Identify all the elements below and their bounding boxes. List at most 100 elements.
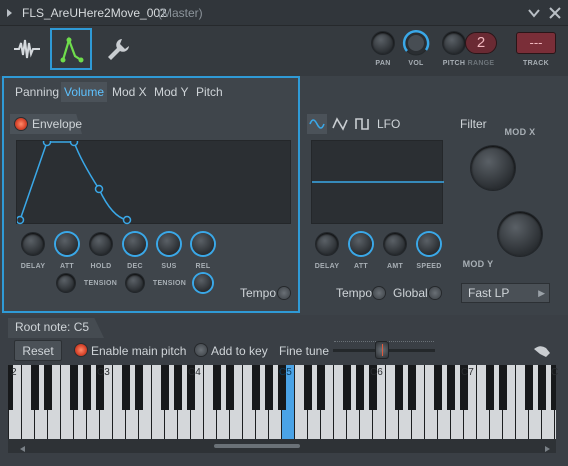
close-button[interactable] [547, 5, 563, 21]
reset-button[interactable]: Reset [14, 340, 62, 361]
piano-black-key[interactable] [525, 365, 533, 410]
filter-mod-y-knob[interactable] [498, 212, 542, 256]
lfo-delay-knob[interactable] [316, 233, 338, 255]
lfo-tempo-toggle[interactable] [373, 287, 385, 299]
filter-type-value: Fast LP [468, 286, 510, 300]
piano-black-key[interactable] [395, 365, 403, 410]
piano-black-key[interactable] [304, 365, 312, 410]
tension-label-2: TENSION [152, 280, 187, 287]
piano-black-key[interactable] [70, 365, 78, 410]
piano-black-key[interactable] [356, 365, 364, 410]
pitch-label: PITCH [442, 60, 466, 67]
lfo-global-label: Global [393, 286, 428, 300]
lfo-sine-button[interactable] [307, 114, 327, 134]
piano-black-key[interactable] [499, 365, 507, 410]
octave-label-c4: C4 [188, 367, 201, 378]
lfo-amount-knob[interactable] [384, 233, 406, 255]
env-hold-knob[interactable] [90, 233, 112, 255]
pan-knob[interactable] [372, 32, 394, 54]
piano-black-key[interactable] [135, 365, 143, 410]
octave-label-2: 2 [11, 367, 17, 378]
fine-tune-slider-handle[interactable] [375, 341, 389, 359]
env-attack-label: ATT [60, 263, 74, 270]
pulse-wave-icon [355, 118, 369, 130]
env-release-knob[interactable] [192, 233, 214, 255]
envelope-graph[interactable] [15, 137, 291, 225]
piano-black-key[interactable] [265, 365, 273, 410]
piano-black-key[interactable] [44, 365, 52, 410]
lfo-amount-label: AMT [386, 263, 404, 270]
filter-mody-label: MOD Y [462, 259, 494, 269]
envelope-label: Envelope [32, 117, 83, 131]
env-hold-label: HOLD [90, 263, 112, 270]
lfo-label: LFO [377, 117, 401, 131]
piano-black-key[interactable] [83, 365, 91, 410]
window-menu-arrow-icon[interactable] [7, 9, 12, 17]
piano-black-key[interactable] [408, 365, 416, 410]
piano-keyboard[interactable]: 2 C3 C4 C5 C6 C7 C [0, 365, 567, 439]
tab-panning[interactable]: Panning [12, 82, 62, 102]
tab-misc-functions[interactable] [96, 28, 138, 70]
root-note-label: Root note: C5 [15, 320, 90, 334]
sine-wave-icon [309, 119, 325, 129]
tab-pitch[interactable]: Pitch [193, 82, 226, 102]
pan-label: PAN [375, 60, 391, 67]
piano-black-key[interactable] [252, 365, 260, 410]
decay-tension-knob[interactable] [126, 274, 144, 292]
scroll-right-arrow-icon[interactable] [545, 443, 551, 452]
env-sustain-label: SUS [161, 263, 177, 270]
attack-tension-knob[interactable] [57, 274, 75, 292]
release-tension-knob[interactable] [194, 274, 212, 292]
env-sustain-knob[interactable] [158, 233, 180, 255]
keyboard-scroll-thumb[interactable] [214, 444, 300, 448]
octave-label-c3: C3 [97, 367, 110, 378]
triangle-wave-icon [332, 117, 348, 131]
lfo-pulse-button[interactable] [353, 114, 373, 134]
piano-black-key[interactable] [343, 365, 351, 410]
tab-sampler-settings[interactable] [6, 28, 48, 70]
scroll-left-arrow-icon[interactable] [16, 443, 25, 452]
lfo-global-toggle[interactable] [429, 287, 441, 299]
piano-black-key[interactable] [486, 365, 494, 410]
lfo-triangle-button[interactable] [330, 114, 350, 134]
hand-pointer-icon [534, 346, 550, 357]
mixer-track-selector[interactable]: --- [516, 32, 556, 54]
piano-black-key[interactable] [213, 365, 221, 410]
add-to-key-led[interactable] [195, 344, 207, 356]
waveform-icon [14, 39, 40, 59]
env-decay-knob[interactable] [124, 233, 146, 255]
piano-black-key[interactable] [31, 365, 39, 410]
env-tempo-toggle[interactable] [278, 287, 290, 299]
piano-black-key[interactable] [174, 365, 182, 410]
keyboard-settings-button[interactable] [532, 341, 552, 359]
tab-volume[interactable]: Volume [61, 82, 108, 102]
window-title: FLS_AreUHere2Move_002 [22, 6, 167, 20]
env-release-label: REL [195, 263, 211, 270]
env-attack-knob[interactable] [56, 233, 78, 255]
tab-mod-x[interactable]: Mod X [109, 82, 150, 102]
filter-type-dropdown[interactable]: Fast LP ▶ [461, 283, 550, 303]
tab-envelope[interactable] [50, 28, 92, 70]
restore-button[interactable] [526, 5, 542, 21]
piano-black-key[interactable] [447, 365, 455, 410]
env-delay-label: DELAY [20, 263, 46, 270]
piano-black-key[interactable] [434, 365, 442, 410]
volume-knob[interactable] [402, 29, 430, 57]
enable-main-pitch-led[interactable] [75, 344, 87, 356]
tab-mod-y[interactable]: Mod Y [151, 82, 191, 102]
pitch-range-display[interactable]: 2 [465, 32, 497, 54]
lfo-attack-knob[interactable] [350, 233, 372, 255]
dropdown-arrow-icon: ▶ [538, 288, 545, 298]
envelope-enable-led[interactable] [15, 118, 27, 130]
filter-mod-x-knob[interactable] [471, 146, 515, 190]
piano-black-key[interactable] [161, 365, 169, 410]
lfo-speed-knob[interactable] [418, 233, 440, 255]
piano-black-key[interactable] [538, 365, 546, 410]
pitch-knob[interactable] [443, 32, 465, 54]
octave-label-c8: C [551, 367, 559, 378]
add-to-key-label: Add to key [211, 344, 268, 358]
piano-black-key[interactable] [122, 365, 130, 410]
env-delay-knob[interactable] [22, 233, 44, 255]
piano-black-key[interactable] [317, 365, 325, 410]
piano-black-key[interactable] [226, 365, 234, 410]
